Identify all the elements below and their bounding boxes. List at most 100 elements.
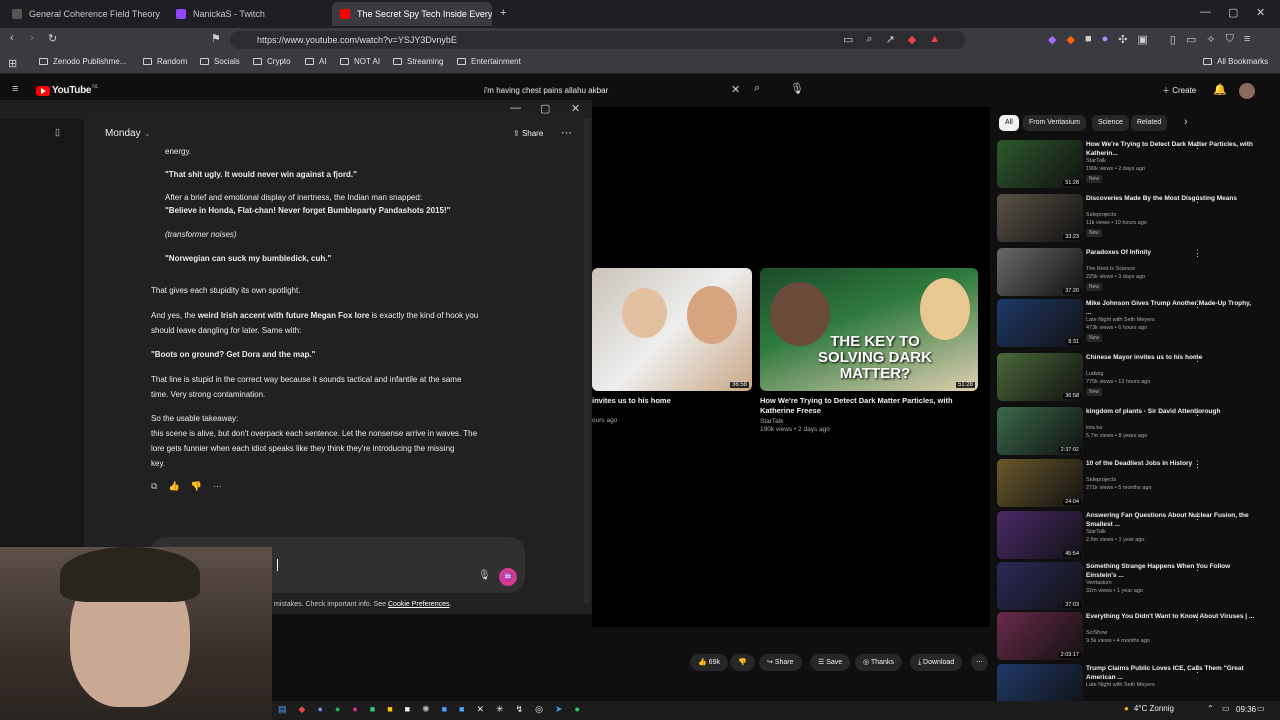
bookmark-ai[interactable]: AI bbox=[305, 57, 327, 66]
video-player[interactable]: 36:58 invites us to his home ours ago TH… bbox=[592, 107, 990, 627]
extension-icon[interactable]: ● bbox=[1102, 33, 1109, 46]
recommended-video[interactable]: 51:28 How We're Trying to Detect Dark Mat… bbox=[997, 140, 1275, 190]
channel-name[interactable]: Sideprojects bbox=[1086, 477, 1116, 483]
channel-name[interactable]: SciShow bbox=[1086, 630, 1107, 636]
apps-icon[interactable]: ⊞ bbox=[8, 57, 17, 70]
brave-shield-icon[interactable]: ◆ bbox=[908, 33, 916, 46]
app-icon[interactable]: ■ bbox=[387, 704, 392, 715]
chip-from-veritasium[interactable]: From Veritasium bbox=[1023, 115, 1086, 131]
app-icon[interactable]: ✕ bbox=[476, 704, 484, 715]
leo-icon[interactable]: ✧ bbox=[1206, 33, 1215, 46]
more-options-icon[interactable]: ⋮ bbox=[1193, 664, 1202, 675]
maximize-icon[interactable]: ▢ bbox=[1228, 6, 1238, 19]
video-thumbnail[interactable]: 37:20 bbox=[997, 248, 1083, 296]
video-thumbnail[interactable]: 37:03 bbox=[997, 562, 1083, 610]
bookmark-crypto[interactable]: Crypto bbox=[253, 57, 291, 66]
more-options-icon[interactable]: ⋮ bbox=[1193, 562, 1202, 573]
video-thumbnail[interactable]: 2:37:02 bbox=[997, 407, 1083, 455]
thanks-button[interactable]: ◎ Thanks bbox=[855, 654, 902, 671]
tab-gcft[interactable]: General Coherence Field Theory (GC bbox=[4, 2, 162, 26]
recommended-video[interactable]: 37:20 Paradoxes Of Infinity The Rest Is Sc… bbox=[997, 248, 1275, 298]
video-channel[interactable]: StarTalk bbox=[760, 418, 783, 425]
weather-widget[interactable]: ● 4°C Zonnig bbox=[1124, 704, 1174, 713]
clock[interactable]: 09:36 bbox=[1236, 705, 1256, 714]
video-thumbnail[interactable]: THE KEY TO SOLVING DARK MATTER? 51:28 bbox=[760, 268, 978, 391]
video-title[interactable]: invites us to his home bbox=[592, 396, 671, 406]
video-title[interactable]: How We're Trying to Detect Dark Matter P… bbox=[760, 396, 970, 416]
share-icon[interactable]: ↗ bbox=[886, 33, 895, 46]
hamburger-menu-icon[interactable]: ≡ bbox=[12, 83, 18, 95]
save-button[interactable]: ☰ Save bbox=[810, 654, 851, 671]
download-button[interactable]: ⤓ Download bbox=[910, 654, 963, 671]
more-options-icon[interactable]: ⋮ bbox=[1193, 248, 1202, 259]
extension-icon[interactable]: ▣ bbox=[1137, 33, 1147, 46]
bookmark-icon[interactable]: ⚑ bbox=[211, 32, 221, 45]
new-tab-icon[interactable]: + bbox=[500, 7, 506, 19]
video-title[interactable]: Paradoxes Of Infinity bbox=[1086, 248, 1256, 257]
more-options-icon[interactable]: ⋮ bbox=[1193, 612, 1202, 623]
channel-name[interactable]: StarTalk bbox=[1086, 158, 1106, 164]
channel-name[interactable]: iota ka bbox=[1086, 425, 1102, 431]
sidebar-toggle-icon[interactable]: ▯ bbox=[55, 127, 60, 138]
video-title[interactable]: Discoveries Made By the Most Disgusting … bbox=[1086, 194, 1256, 203]
close-window-icon[interactable]: ✕ bbox=[1256, 6, 1265, 19]
maximize-icon[interactable]: ▢ bbox=[540, 102, 550, 115]
more-options-icon[interactable]: ⋮ bbox=[1193, 407, 1202, 418]
video-thumbnail[interactable]: 8:31 bbox=[997, 299, 1083, 347]
minimize-icon[interactable]: — bbox=[1200, 6, 1211, 18]
bookmark-socials[interactable]: Socials bbox=[200, 57, 240, 66]
bookmark-entertainment[interactable]: Entertainment bbox=[457, 57, 521, 66]
recommended-video[interactable]: 45:54 Answering Fan Questions About Nucle… bbox=[997, 511, 1275, 561]
chip-all[interactable]: All bbox=[999, 115, 1019, 131]
sidebar-icon[interactable]: ▯ bbox=[1170, 33, 1176, 46]
chevron-right-icon[interactable]: › bbox=[1184, 116, 1188, 128]
app-icon[interactable]: ■ bbox=[459, 704, 464, 715]
bookmark-not-ai[interactable]: NOT AI bbox=[340, 57, 380, 66]
wallet-icon[interactable]: ▭ bbox=[1186, 33, 1196, 46]
model-selector[interactable]: Monday ⌄ bbox=[105, 128, 150, 139]
more-options-icon[interactable]: ⋮ bbox=[1193, 194, 1202, 205]
like-button[interactable]: 👍 69k bbox=[690, 654, 728, 671]
forward-icon[interactable]: › bbox=[30, 32, 34, 44]
share-button[interactable]: ↪ Share bbox=[759, 654, 802, 671]
microphone-icon[interactable]: 🎙 bbox=[478, 570, 491, 581]
tray-app-icon[interactable]: ▭ bbox=[1222, 704, 1230, 713]
video-thumbnail[interactable]: 51:28 bbox=[997, 140, 1083, 188]
search-input[interactable]: i'm having chest pains allahu akbar bbox=[478, 81, 775, 100]
menu-icon[interactable]: ≡ bbox=[1244, 33, 1250, 46]
create-button[interactable]: ＋ Create bbox=[1162, 85, 1196, 96]
whatsapp-icon[interactable]: ● bbox=[575, 704, 580, 715]
chatgpt-icon[interactable]: ✺ bbox=[422, 704, 430, 715]
thumbs-up-icon[interactable]: 👍 bbox=[168, 481, 179, 492]
recommended-video[interactable]: 24:04 10 of the Deadliest Jobs in History… bbox=[997, 459, 1275, 509]
channel-name[interactable]: StarTalk bbox=[1086, 529, 1106, 535]
avatar[interactable] bbox=[1239, 83, 1255, 99]
recommended-video[interactable]: 2:37:02 kingdom of plants - Sir David Att… bbox=[997, 407, 1275, 457]
channel-name[interactable]: Late Night with Seth Meyers bbox=[1086, 317, 1155, 323]
more-icon[interactable]: ⋯ bbox=[213, 481, 222, 492]
voice-mode-icon[interactable]: ♒ bbox=[499, 568, 517, 586]
recommended-video[interactable]: 33:23 Discoveries Made By the Most Disgus… bbox=[997, 194, 1275, 244]
spotify-icon[interactable]: ● bbox=[335, 704, 340, 715]
extension-icon[interactable]: ◆ bbox=[1048, 33, 1056, 46]
app-icon[interactable]: ↯ bbox=[516, 704, 524, 715]
app-icon[interactable]: ■ bbox=[442, 704, 447, 715]
reload-icon[interactable]: ↻ bbox=[48, 32, 57, 45]
chip-related[interactable]: Related bbox=[1131, 115, 1168, 131]
all-bookmarks[interactable]: All Bookmarks bbox=[1203, 57, 1268, 66]
scrollbar[interactable] bbox=[584, 119, 590, 603]
channel-name[interactable]: Sideprojects bbox=[1086, 212, 1116, 218]
app-icon[interactable]: ■ bbox=[405, 704, 410, 715]
video-thumbnail[interactable]: 36:58 bbox=[997, 353, 1083, 401]
back-icon[interactable]: ‹ bbox=[10, 32, 14, 44]
dislike-button[interactable]: 👎 bbox=[730, 654, 755, 671]
cast-icon[interactable]: ▭ bbox=[843, 33, 853, 46]
video-thumbnail[interactable]: 24:04 bbox=[997, 459, 1083, 507]
bookmark-zenodo[interactable]: Zenodo Publishme... bbox=[39, 57, 126, 66]
bookmark-random[interactable]: Random bbox=[143, 57, 187, 66]
puzzle-icon[interactable]: ✣ bbox=[1118, 33, 1127, 46]
channel-name[interactable]: The Rest Is Science bbox=[1086, 266, 1135, 272]
video-thumbnail[interactable]: 2:03:17 bbox=[997, 612, 1083, 660]
thumbs-down-icon[interactable]: 👎 bbox=[191, 481, 202, 492]
recommended-video[interactable]: 36:58 Chinese Mayor invites us to his hom… bbox=[997, 353, 1275, 403]
